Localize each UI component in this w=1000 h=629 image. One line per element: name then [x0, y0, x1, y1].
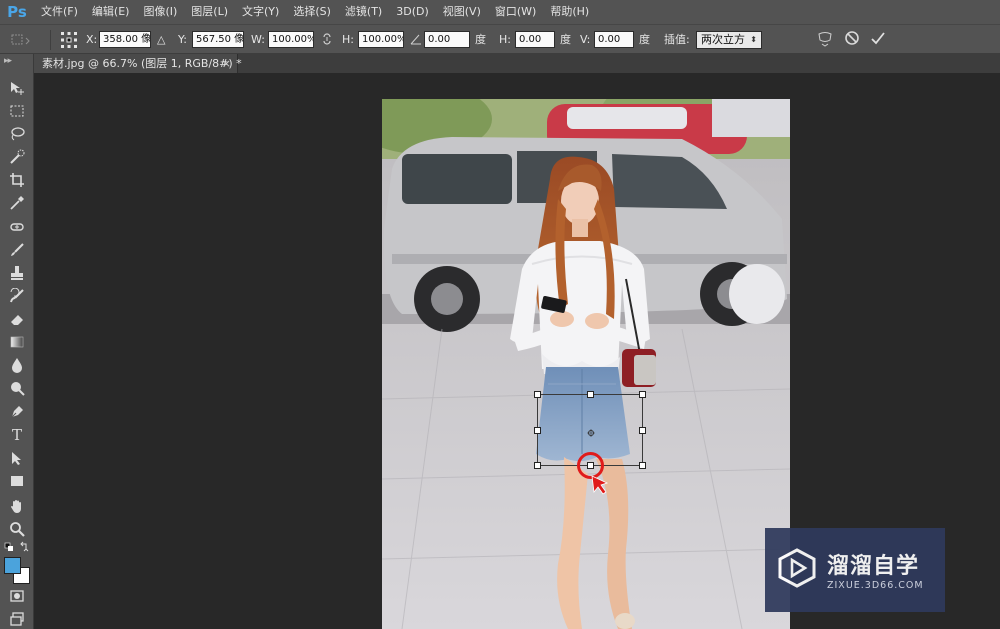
watermark-url: ZIXUE.3D66.COM: [827, 580, 924, 591]
quick-selection-tool-icon[interactable]: [7, 147, 27, 167]
rectangle-tool-icon[interactable]: [7, 471, 27, 491]
quick-mask-icon[interactable]: [7, 586, 27, 606]
crop-tool-icon[interactable]: [7, 170, 27, 190]
swap-colors-icon[interactable]: [3, 541, 31, 553]
photo-image: [382, 99, 790, 629]
menu-layer[interactable]: 图层(L): [184, 0, 235, 24]
interpolation-label: 插值:: [664, 33, 690, 46]
v-skew-label: V:: [580, 33, 591, 46]
menu-edit[interactable]: 编辑(E): [85, 0, 137, 24]
x-label: X:: [86, 33, 98, 46]
menu-filter[interactable]: 滤镜(T): [338, 0, 389, 24]
options-bar: X: 358.00 像素 △ Y: 567.50 像素 W: 100.00% H…: [0, 24, 1000, 54]
x-position-field[interactable]: 358.00 像素: [99, 31, 151, 48]
eyedropper-tool-icon[interactable]: [7, 193, 27, 213]
v-skew-unit: 度: [639, 33, 650, 46]
zoom-tool-icon[interactable]: [7, 519, 27, 539]
transform-handle-bottom-left[interactable]: [534, 462, 541, 469]
transform-handle-top-right[interactable]: [639, 391, 646, 398]
menu-view[interactable]: 视图(V): [436, 0, 488, 24]
commit-transform-icon[interactable]: [870, 30, 886, 46]
transform-handle-middle-left[interactable]: [534, 427, 541, 434]
angle-icon: [410, 32, 422, 48]
y-position-field[interactable]: 567.50 像素: [192, 31, 244, 48]
app-logo: Ps: [7, 3, 27, 21]
interpolation-value: 两次立方: [701, 33, 745, 46]
h-skew-unit: 度: [560, 33, 571, 46]
clone-stamp-tool-icon[interactable]: [7, 263, 27, 283]
delta-icon[interactable]: △: [157, 32, 165, 48]
cancel-transform-icon[interactable]: [844, 30, 860, 46]
menu-file[interactable]: 文件(F): [34, 0, 85, 24]
move-tool-icon[interactable]: [7, 78, 27, 98]
warp-mode-icon[interactable]: [816, 30, 834, 47]
reference-point-icon[interactable]: [60, 31, 78, 48]
h-skew-label: H:: [499, 33, 511, 46]
separator: [50, 30, 51, 50]
transform-handle-middle-right[interactable]: [639, 427, 646, 434]
path-selection-tool-icon[interactable]: [7, 448, 27, 468]
tools-panel: ▸▸ T: [0, 54, 34, 629]
h-skew-field[interactable]: 0.00: [515, 31, 555, 48]
chevron-updown-icon: ⬍: [750, 35, 757, 44]
w-label: W:: [251, 33, 265, 46]
document-tab-bar: 素材.jpg @ 66.7% (图层 1, RGB/8#) * ×: [34, 54, 1000, 73]
watermark-title: 溜溜自学: [827, 554, 920, 579]
menu-type[interactable]: 文字(Y): [235, 0, 286, 24]
marquee-tool-icon[interactable]: [7, 101, 27, 121]
transform-handle-bottom-right[interactable]: [639, 462, 646, 469]
h-label: H:: [342, 33, 354, 46]
dodge-tool-icon[interactable]: [7, 378, 27, 398]
blur-tool-icon[interactable]: [7, 355, 27, 375]
y-label: Y:: [178, 33, 187, 46]
type-tool-icon[interactable]: T: [7, 425, 27, 445]
transform-handle-top-center[interactable]: [587, 391, 594, 398]
transform-center-point-icon[interactable]: [587, 427, 595, 437]
height-field[interactable]: 100.00%: [358, 31, 404, 48]
menu-image[interactable]: 图像(I): [136, 0, 184, 24]
width-field[interactable]: 100.00%: [268, 31, 314, 48]
menu-bar: Ps 文件(F) 编辑(E) 图像(I) 图层(L) 文字(Y) 选择(S) 滤…: [0, 0, 1000, 24]
document-tab[interactable]: 素材.jpg @ 66.7% (图层 1, RGB/8#) * ×: [34, 54, 242, 73]
eraser-tool-icon[interactable]: [7, 309, 27, 329]
gradient-tool-icon[interactable]: [7, 332, 27, 352]
brush-tool-icon[interactable]: [7, 240, 27, 260]
interpolation-select[interactable]: 两次立方 ⬍: [696, 31, 762, 49]
menu-select[interactable]: 选择(S): [286, 0, 338, 24]
hand-tool-icon[interactable]: [7, 496, 27, 516]
angle-field[interactable]: 0.00: [424, 31, 470, 48]
menu-help[interactable]: 帮助(H): [543, 0, 596, 24]
panel-grip-icon[interactable]: ▸▸: [4, 56, 12, 66]
link-icon[interactable]: [321, 32, 333, 48]
red-arrow-cursor-icon: [590, 474, 609, 499]
foreground-color-swatch[interactable]: [4, 557, 21, 574]
document-tab-title: 素材.jpg @ 66.7% (图层 1, RGB/8#) *: [42, 57, 242, 70]
healing-brush-tool-icon[interactable]: [7, 217, 27, 237]
close-icon[interactable]: ×: [222, 54, 231, 73]
pen-tool-icon[interactable]: [7, 402, 27, 422]
watermark-badge: 溜溜自学 ZIXUE.3D66.COM: [765, 528, 945, 612]
tool-preset-icon[interactable]: [8, 32, 32, 48]
v-skew-field[interactable]: 0.00: [594, 31, 634, 48]
angle-unit: 度: [475, 33, 486, 46]
play-logo-icon: [777, 548, 817, 588]
menu-3d[interactable]: 3D(D): [389, 0, 436, 24]
screen-mode-icon[interactable]: [7, 609, 27, 629]
menu-window[interactable]: 窗口(W): [488, 0, 543, 24]
history-brush-tool-icon[interactable]: [7, 286, 27, 306]
lasso-tool-icon[interactable]: [7, 124, 27, 144]
transform-handle-top-left[interactable]: [534, 391, 541, 398]
document-canvas[interactable]: [382, 99, 790, 629]
